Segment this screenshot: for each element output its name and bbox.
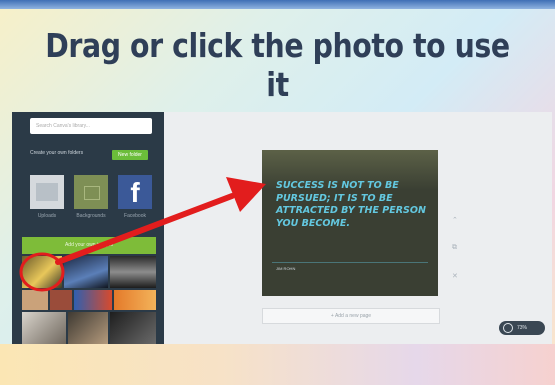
photos-bar[interactable]: Add your own images — [22, 237, 156, 254]
photo-thumbnail[interactable] — [110, 312, 156, 344]
quote-author[interactable]: JIM ROHN — [276, 266, 295, 271]
photo-thumbnail[interactable] — [74, 290, 112, 310]
photo-thumbnail[interactable] — [64, 256, 108, 288]
sidebar: Search Canva's library... Create your ow… — [12, 112, 164, 344]
facebook-icon: f — [130, 177, 140, 208]
backgrounds-tile[interactable] — [74, 175, 108, 209]
move-up-icon[interactable]: ⌃ — [452, 216, 458, 224]
new-folder-button[interactable]: New folder — [112, 150, 148, 160]
background-icon — [84, 186, 100, 200]
facebook-tile[interactable]: f — [118, 175, 152, 209]
photo-thumbnail[interactable] — [22, 256, 62, 288]
zoom-level: 73% — [517, 325, 528, 331]
slide: Drag or click the photo to use it Search… — [0, 0, 555, 385]
image-icon — [36, 183, 58, 201]
facebook-label: Facebook — [124, 213, 146, 219]
zoom-control[interactable]: 73% — [499, 321, 545, 335]
photo-thumbnail[interactable] — [22, 312, 66, 344]
uploads-tile[interactable] — [30, 175, 64, 209]
slide-heading: Drag or click the photo to use it — [45, 26, 510, 104]
folder-prompt: Create your own folders — [30, 150, 84, 156]
photo-thumbnail[interactable] — [50, 290, 72, 310]
uploads-label: Uploads — [37, 213, 57, 219]
design-card[interactable]: Success is not to be pursued; it is to b… — [262, 150, 438, 296]
app-screenshot: Search Canva's library... Create your ow… — [12, 112, 552, 344]
design-canvas-area: Success is not to be pursued; it is to b… — [164, 112, 552, 344]
copy-icon[interactable]: ⧉ — [452, 244, 457, 252]
divider — [272, 262, 428, 263]
photo-thumbnail[interactable] — [110, 256, 156, 288]
photo-thumbnail[interactable] — [114, 290, 156, 310]
delete-icon[interactable]: ✕ — [452, 272, 458, 280]
add-page-button[interactable]: + Add a new page — [262, 308, 440, 324]
gear-icon — [503, 323, 513, 333]
slide-top-border — [0, 0, 555, 9]
quote-text[interactable]: Success is not to be pursued; it is to b… — [276, 180, 436, 230]
photo-thumbnail[interactable] — [68, 312, 108, 344]
backgrounds-label: Backgrounds — [76, 213, 106, 219]
search-input[interactable]: Search Canva's library... — [30, 118, 152, 134]
photo-thumbnail[interactable] — [22, 290, 48, 310]
slide-bottom-band — [0, 344, 555, 385]
